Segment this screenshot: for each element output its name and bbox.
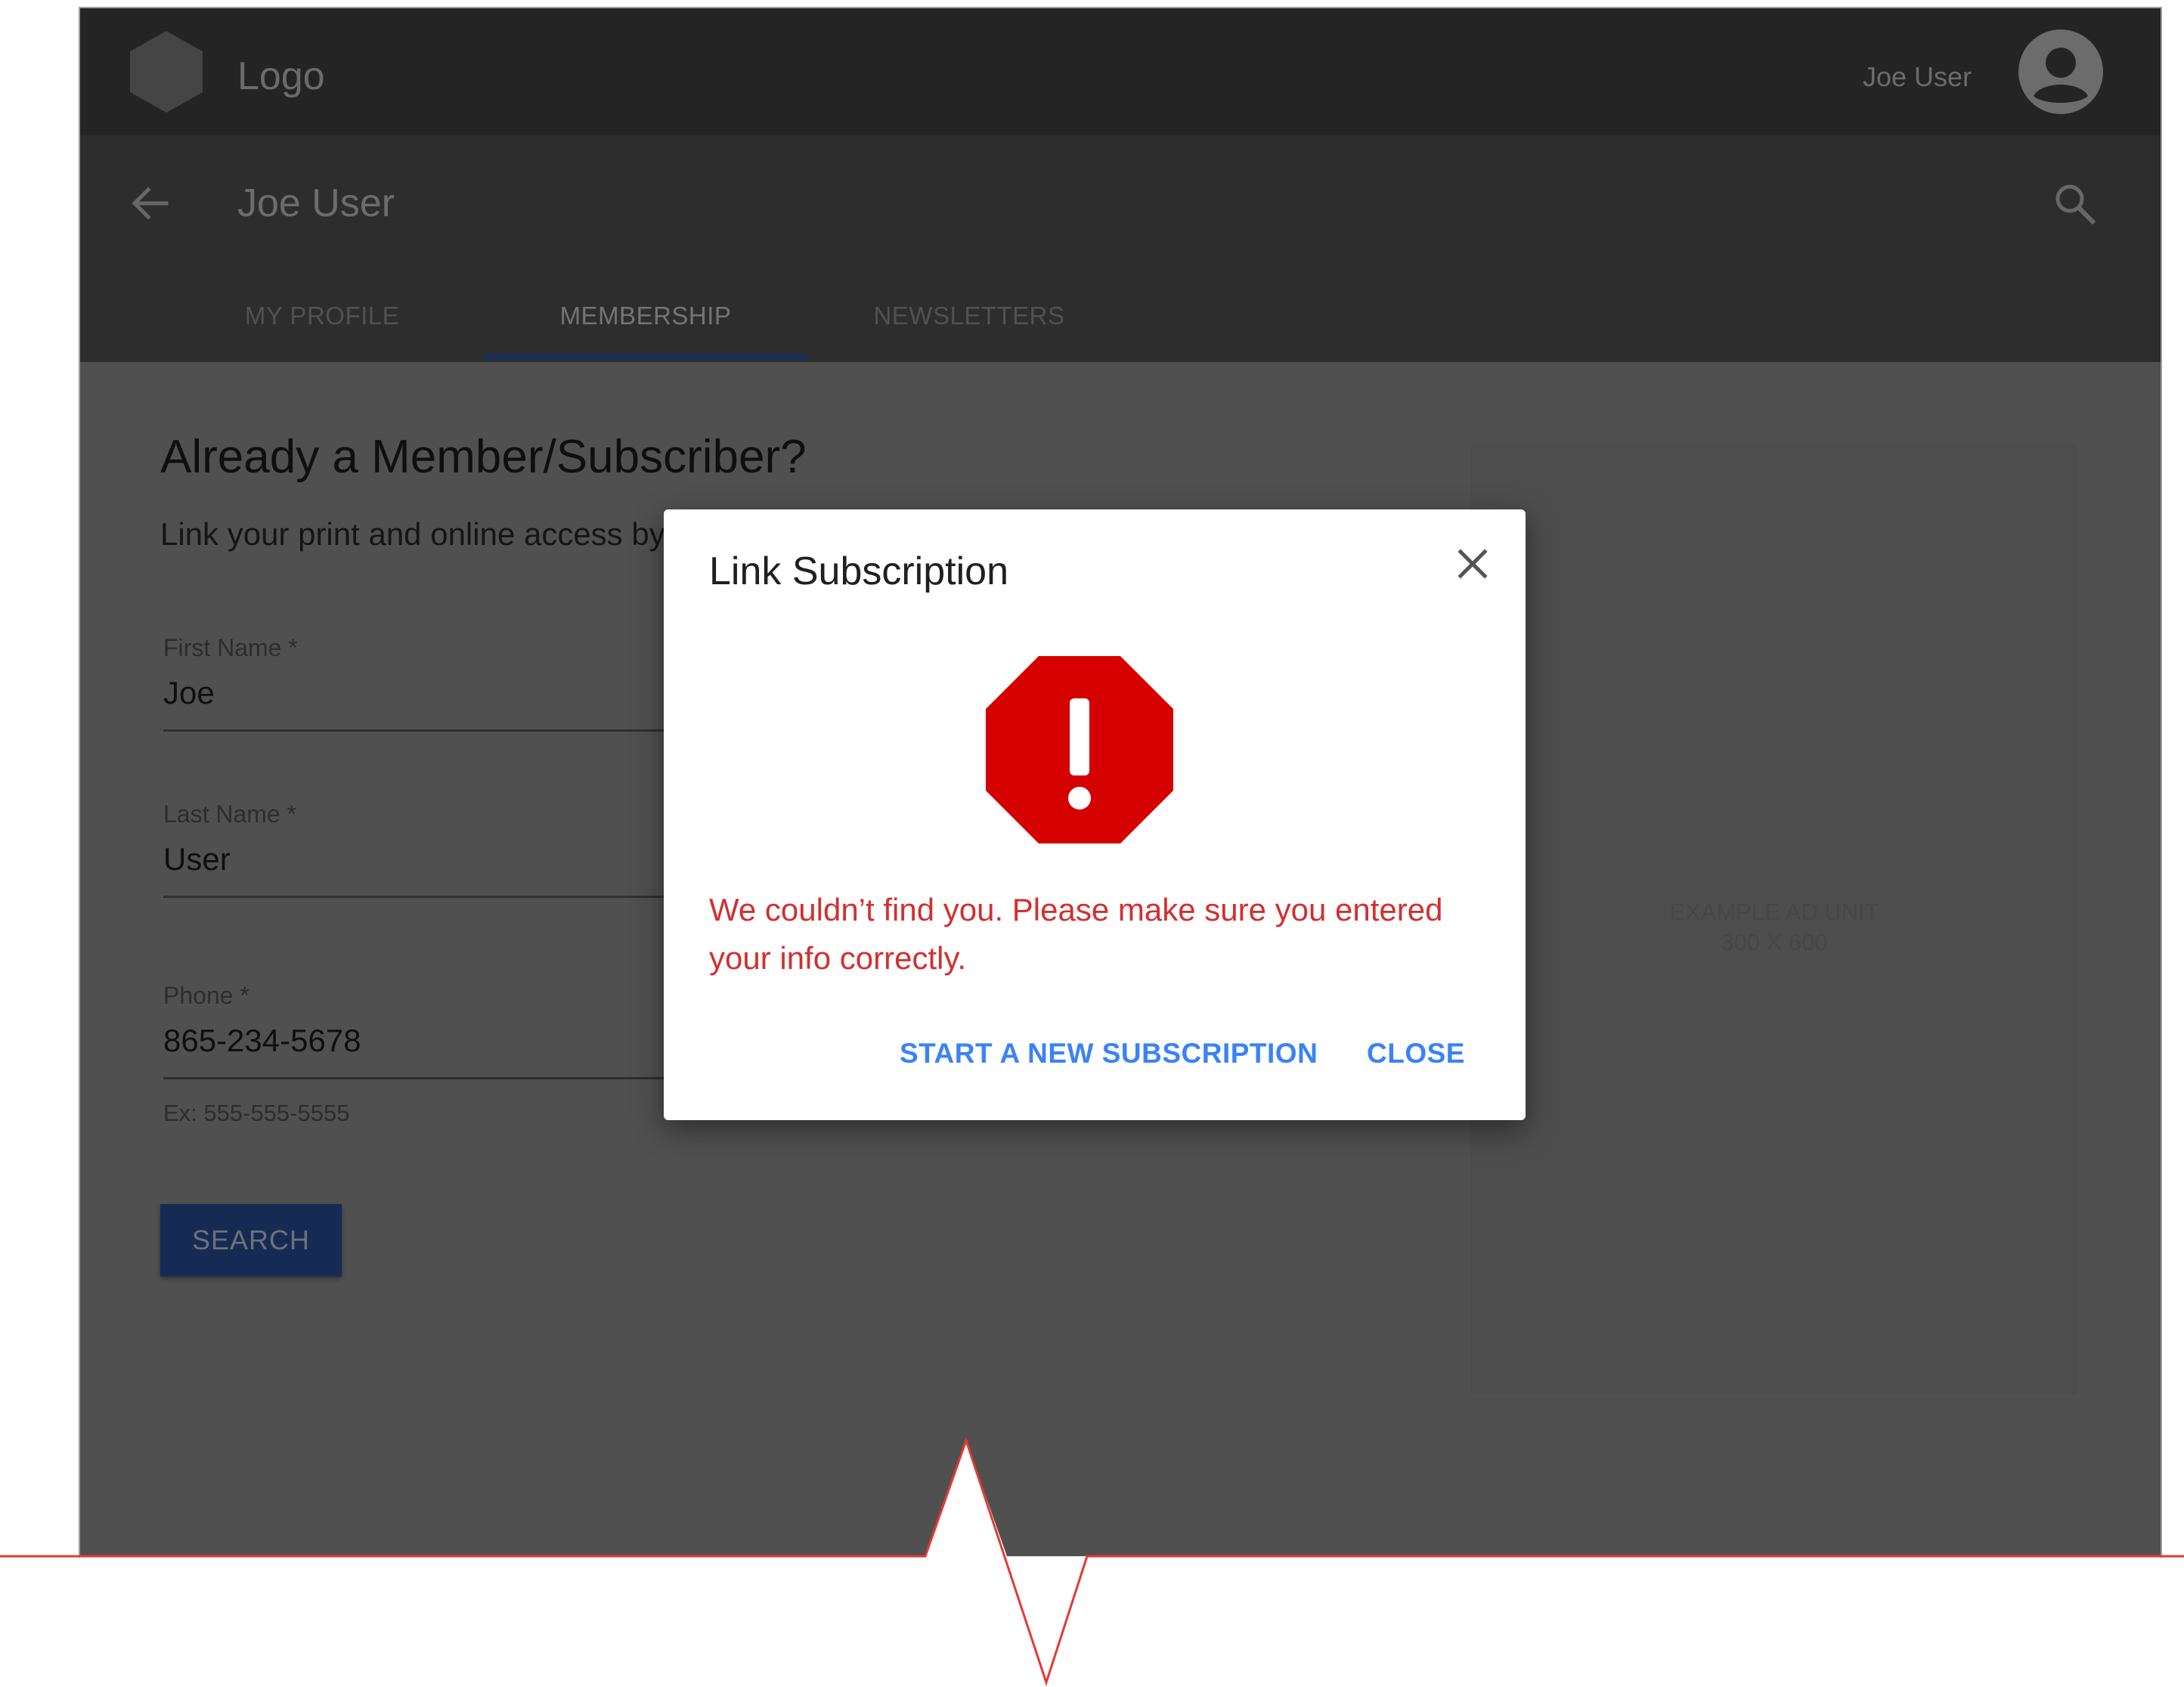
app-window: Logo Joe User Joe User MY PROFILE MEMBER… xyxy=(80,8,2161,1556)
warning-octagon-icon xyxy=(986,656,1173,844)
close-button[interactable]: CLOSE xyxy=(1367,1029,1465,1078)
start-new-subscription-button[interactable]: START A NEW SUBSCRIPTION xyxy=(900,1029,1318,1078)
dialog-title: Link Subscription xyxy=(709,549,1008,593)
close-icon[interactable] xyxy=(1448,540,1497,588)
error-message: We couldn’t find you. Please make sure y… xyxy=(709,892,1443,976)
link-subscription-dialog: Link Subscription We couldn’t find you. … xyxy=(664,509,1526,1120)
